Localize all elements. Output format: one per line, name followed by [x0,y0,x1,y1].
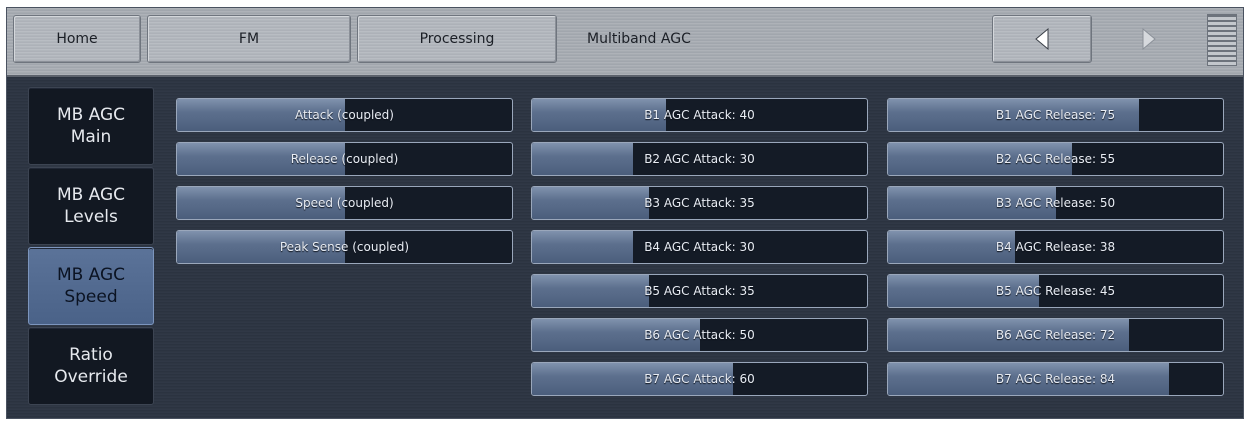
header-bar: Home FM Processing Multiband AGC [7,8,1243,77]
app-window: Home FM Processing Multiband AGC MB AGC … [6,7,1244,419]
sidebar: MB AGC Main MB AGC Levels MB AGC Speed R… [28,87,154,407]
tab-label-line2: Override [54,367,128,387]
control-label: Peak Sense (coupled) [279,240,410,254]
control-label: B2 AGC Release: 55 [995,152,1116,166]
previous-button[interactable] [992,15,1092,63]
tab-label-line1: Ratio [69,345,113,365]
next-button[interactable] [1099,15,1199,63]
control-label: B5 AGC Attack: 35 [644,284,755,298]
b4-agc-attack-control[interactable]: B4 AGC Attack: 30 [531,230,868,264]
b5-agc-release-control[interactable]: B5 AGC Release: 45 [887,274,1224,308]
control-label: B7 AGC Attack: 60 [644,372,755,386]
menu-icon[interactable] [1207,14,1237,66]
control-label: Attack (coupled) [295,108,394,122]
b6-agc-release-control[interactable]: B6 AGC Release: 72 [887,318,1224,352]
processing-label: Processing [419,31,495,47]
release-coupled-control[interactable]: Release (coupled) [176,142,513,176]
fm-button[interactable]: FM [147,15,351,63]
b7-agc-release-control[interactable]: B7 AGC Release: 84 [887,362,1224,396]
control-label: B4 AGC Attack: 30 [644,240,755,254]
control-label: B6 AGC Attack: 50 [644,328,755,342]
arrow-left-icon [1035,28,1049,50]
control-label: B6 AGC Release: 72 [995,328,1116,342]
main-panel: MB AGC Main MB AGC Levels MB AGC Speed R… [7,77,1243,418]
control-label: Speed (coupled) [295,196,394,210]
b1-agc-attack-control[interactable]: B1 AGC Attack: 40 [531,98,868,132]
control-label: B3 AGC Release: 50 [995,196,1116,210]
home-button[interactable]: Home [13,15,141,63]
tab-label-line2: Levels [64,207,118,227]
b5-agc-attack-control[interactable]: B5 AGC Attack: 35 [531,274,868,308]
fm-label: FM [238,31,260,47]
b3-agc-attack-control[interactable]: B3 AGC Attack: 35 [531,186,868,220]
b7-agc-attack-control[interactable]: B7 AGC Attack: 60 [531,362,868,396]
tab-label-line2: Speed [64,287,118,307]
control-label: B2 AGC Attack: 30 [644,152,755,166]
b2-agc-attack-control[interactable]: B2 AGC Attack: 30 [531,142,868,176]
control-label: Release (coupled) [290,152,399,166]
processing-button[interactable]: Processing [357,15,557,63]
b6-agc-attack-control[interactable]: B6 AGC Attack: 50 [531,318,868,352]
b3-agc-release-control[interactable]: B3 AGC Release: 50 [887,186,1224,220]
home-label: Home [56,31,98,47]
tab-label-line1: MB AGC [56,105,126,125]
control-label: B5 AGC Release: 45 [995,284,1116,298]
tab-label-line1: MB AGC [56,265,126,285]
b1-agc-release-control[interactable]: B1 AGC Release: 75 [887,98,1224,132]
b4-agc-release-control[interactable]: B4 AGC Release: 38 [887,230,1224,264]
control-label: B3 AGC Attack: 35 [644,196,755,210]
control-label: B4 AGC Release: 38 [995,240,1116,254]
attack-coupled-control[interactable]: Attack (coupled) [176,98,513,132]
control-label: B1 AGC Release: 75 [995,108,1116,122]
tab-ratio-override[interactable]: Ratio Override [28,327,154,405]
b2-agc-release-control[interactable]: B2 AGC Release: 55 [887,142,1224,176]
current-page-title: Multiband AGC [587,15,691,63]
control-label: B7 AGC Release: 84 [995,372,1116,386]
current-page-label: Multiband AGC [587,31,691,47]
tab-mb-agc-main[interactable]: MB AGC Main [28,87,154,165]
tab-label-line1: MB AGC [56,185,126,205]
control-label: B1 AGC Attack: 40 [644,108,755,122]
peak-sense-coupled-control[interactable]: Peak Sense (coupled) [176,230,513,264]
speed-coupled-control[interactable]: Speed (coupled) [176,186,513,220]
tab-mb-agc-speed[interactable]: MB AGC Speed [28,247,154,325]
tab-label-line2: Main [70,127,112,147]
tab-mb-agc-levels[interactable]: MB AGC Levels [28,167,154,245]
arrow-right-icon [1142,28,1156,50]
